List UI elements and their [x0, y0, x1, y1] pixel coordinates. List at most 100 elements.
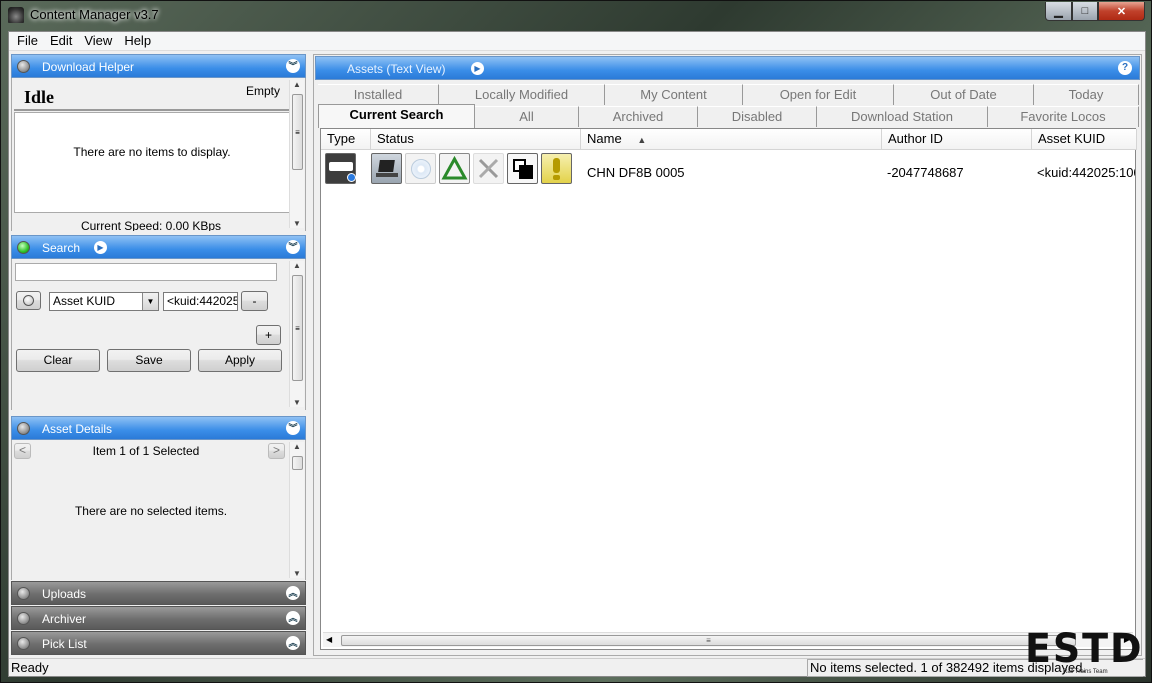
asset-details-scrollbar[interactable]: ▲ ▼	[289, 442, 304, 578]
pick-list-header[interactable]: Pick List ︽	[11, 631, 306, 655]
download-state: Idle	[24, 87, 55, 107]
expand-chevron-icon[interactable]: ︽	[286, 636, 300, 650]
sort-ascending-icon: ▲	[637, 135, 647, 145]
item-counter: Item 1 of 1 Selected	[92, 444, 200, 458]
tab-my-content[interactable]: My Content	[605, 84, 743, 105]
help-icon[interactable]: ?	[1118, 61, 1132, 75]
warning-icon	[541, 153, 572, 184]
next-item-button[interactable]: >	[268, 443, 285, 459]
field-select[interactable]: Asset KUID ▼	[49, 292, 159, 311]
column-header-author-id[interactable]: Author ID	[882, 129, 1032, 150]
row-author-id: -2047748687	[887, 165, 964, 180]
tab-today[interactable]: Today	[1034, 84, 1139, 105]
title-bar[interactable]: Content Manager v3.7 ▁ □ ✕	[1, 1, 1151, 31]
watermark-text: ESTD	[1025, 626, 1144, 672]
current-speed: Current Speed: 0.00 KBps	[80, 219, 222, 231]
prev-item-button[interactable]: <	[14, 443, 31, 459]
close-button[interactable]: ✕	[1098, 2, 1145, 21]
menu-bar: File Edit View Help	[9, 32, 1145, 51]
column-header-name-label: Name	[587, 131, 622, 146]
tab-download-station[interactable]: Download Station	[817, 106, 988, 127]
column-header-asset-kuid[interactable]: Asset KUID	[1032, 129, 1137, 150]
horizontal-scrollbar[interactable]: ◀ ≡ ▶	[323, 632, 1133, 647]
chevron-down-icon: ▼	[142, 293, 158, 310]
tab-favorite-locos[interactable]: Favorite Locos	[988, 106, 1139, 127]
assets-title: Assets (Text View)	[347, 62, 446, 76]
tab-locally-modified[interactable]: Locally Modified	[439, 84, 605, 105]
download-helper-header[interactable]: Download Helper ︾	[11, 54, 306, 78]
uploads-header[interactable]: Uploads ︽	[11, 581, 306, 605]
expand-chevron-icon[interactable]: ︽	[286, 586, 300, 600]
status-dot-icon	[17, 60, 30, 73]
tools-icon	[473, 153, 504, 184]
apply-button[interactable]: Apply	[198, 349, 282, 372]
download-helper-body: Idle Empty There are no items to display…	[11, 78, 306, 231]
search-input[interactable]	[15, 263, 277, 281]
tab-current-search[interactable]: Current Search	[318, 104, 475, 128]
column-header-type[interactable]: Type	[321, 129, 371, 150]
search-scrollbar[interactable]: ▲ ≡ ▼	[289, 261, 304, 407]
save-button[interactable]: Save	[107, 349, 191, 372]
archiver-title: Archiver	[42, 612, 87, 626]
expand-chevron-icon[interactable]: ︽	[286, 611, 300, 625]
collapse-chevron-icon[interactable]: ︾	[286, 59, 300, 73]
menu-edit[interactable]: Edit	[44, 32, 78, 50]
status-dot-icon	[17, 637, 30, 650]
layers-icon	[507, 153, 538, 184]
play-arrow-icon[interactable]: ▶	[94, 241, 107, 254]
assets-header[interactable]: Assets (Text View) ▶ ?	[315, 56, 1140, 80]
empty-message: There are no items to display.	[73, 145, 231, 159]
status-dot-icon	[17, 612, 30, 625]
download-helper-title: Download Helper	[42, 60, 135, 74]
window-title: Content Manager v3.7	[30, 7, 159, 22]
menu-file[interactable]: File	[11, 32, 44, 50]
tab-archived[interactable]: Archived	[579, 106, 698, 127]
disc-icon	[405, 153, 436, 184]
tab-open-for-edit[interactable]: Open for Edit	[743, 84, 894, 105]
tab-installed[interactable]: Installed	[318, 84, 439, 105]
column-header-name[interactable]: Name ▲	[581, 129, 882, 150]
search-title: Search	[42, 241, 81, 255]
play-arrow-icon[interactable]: ▶	[471, 62, 484, 75]
search-header[interactable]: Search ▶ ︾	[11, 235, 306, 259]
clear-button[interactable]: Clear	[16, 349, 100, 372]
search-body: Asset KUID ▼ <kuid:442025: - + Clear Sav…	[11, 259, 306, 410]
collapse-chevron-icon[interactable]: ︾	[286, 240, 300, 254]
collapse-chevron-icon[interactable]: ︾	[286, 421, 300, 435]
column-header-status[interactable]: Status	[371, 129, 581, 150]
asset-details-title: Asset Details	[42, 422, 113, 436]
pick-list-title: Pick List	[42, 637, 87, 651]
query-input[interactable]: <kuid:442025:	[163, 292, 238, 311]
asset-details-header[interactable]: Asset Details ︾	[11, 416, 306, 440]
client-area: File Edit View Help Download Helper ︾ Id…	[8, 31, 1146, 677]
maximize-button[interactable]: □	[1072, 2, 1098, 21]
tab-disabled[interactable]: Disabled	[698, 106, 817, 127]
add-criteria-button[interactable]: +	[256, 325, 281, 345]
status-dot-icon	[17, 422, 30, 435]
download-list: There are no items to display.	[14, 112, 290, 213]
status-bar: Ready No items selected. 1 of 382492 ite…	[9, 658, 1145, 677]
toggle-criteria-button[interactable]	[16, 291, 41, 310]
app-window: Content Manager v3.7 ▁ □ ✕ File Edit Vie…	[0, 0, 1152, 683]
uploads-title: Uploads	[42, 587, 87, 601]
minimize-button[interactable]: ▁	[1045, 2, 1072, 21]
left-panel: Download Helper ︾ Idle Empty There are n…	[11, 54, 306, 656]
table-row[interactable]: CHN DF8B 0005 -2047748687 <kuid:442025:1…	[321, 151, 1135, 187]
assets-panel: Assets (Text View) ▶ ? Installed Locally…	[313, 54, 1142, 656]
download-helper-scrollbar[interactable]: ▲ ≡ ▼	[289, 80, 304, 228]
tab-out-of-date[interactable]: Out of Date	[894, 84, 1034, 105]
watermark-subtitle: Rail Trains Team	[1063, 669, 1108, 675]
status-dot-icon	[17, 241, 30, 254]
asset-details-body: < Item 1 of 1 Selected > There are no se…	[11, 440, 306, 580]
field-select-value: Asset KUID	[53, 294, 116, 308]
no-selection-message: There are no selected items.	[74, 504, 228, 518]
remove-criteria-button[interactable]: -	[241, 291, 268, 311]
asset-list[interactable]: Type Status Name ▲ Author ID Asset KUID	[320, 128, 1137, 650]
tab-all[interactable]: All	[475, 106, 579, 127]
query-value: <kuid:442025:	[167, 294, 238, 308]
status-dot-icon	[17, 587, 30, 600]
row-asset-kuid: <kuid:442025:100	[1037, 165, 1135, 180]
archiver-header[interactable]: Archiver ︽	[11, 606, 306, 630]
menu-help[interactable]: Help	[118, 32, 157, 50]
menu-view[interactable]: View	[78, 32, 118, 50]
